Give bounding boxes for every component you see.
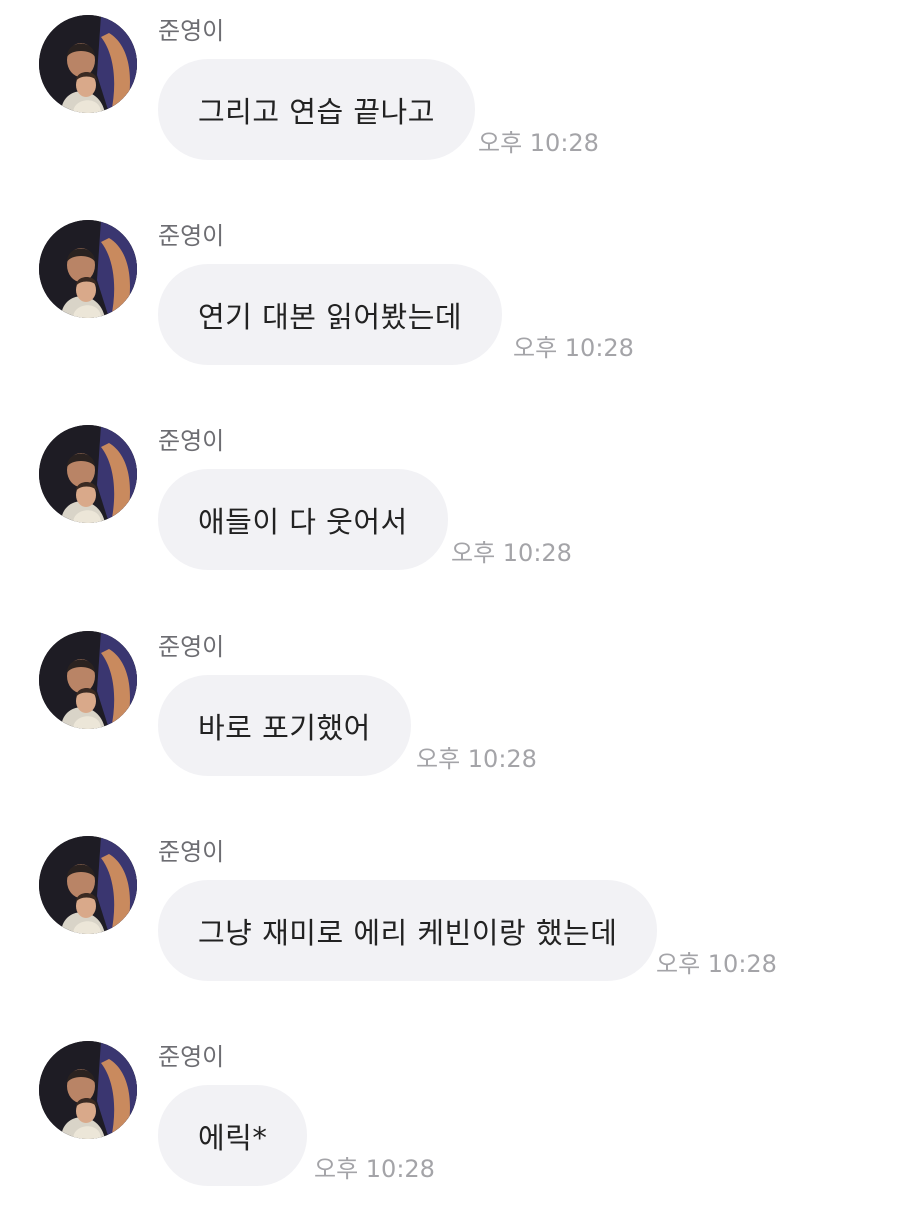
message-timestamp: 오후 10:28 (451, 539, 572, 567)
chat-message: 준영이 연기 대본 읽어봤는데 오후 10:28 (0, 205, 917, 405)
avatar[interactable] (39, 220, 137, 318)
sender-name: 준영이 (158, 1043, 225, 1071)
message-timestamp: 오후 10:28 (314, 1155, 435, 1183)
avatar[interactable] (39, 1041, 137, 1139)
message-bubble[interactable]: 바로 포기했어 (158, 675, 411, 776)
message-text: 연기 대본 읽어봤는데 (198, 299, 463, 334)
chat-message: 준영이 에릭* 오후 10:28 (0, 1026, 917, 1226)
profile-photo-icon (39, 15, 137, 113)
message-text: 애들이 다 웃어서 (198, 504, 408, 539)
message-bubble[interactable]: 애들이 다 웃어서 (158, 469, 448, 570)
sender-name: 준영이 (158, 222, 225, 250)
profile-photo-icon (39, 220, 137, 318)
sender-name: 준영이 (158, 838, 225, 866)
chat-message: 준영이 애들이 다 웃어서 오후 10:28 (0, 410, 917, 610)
message-text: 그리고 연습 끝나고 (198, 94, 435, 129)
message-timestamp: 오후 10:28 (656, 950, 777, 978)
message-bubble[interactable]: 그리고 연습 끝나고 (158, 59, 475, 160)
profile-photo-icon (39, 425, 137, 523)
avatar[interactable] (39, 631, 137, 729)
profile-photo-icon (39, 836, 137, 934)
message-text: 바로 포기했어 (198, 710, 371, 745)
message-timestamp: 오후 10:28 (513, 334, 634, 362)
message-bubble[interactable]: 에릭* (158, 1085, 308, 1186)
chat-message: 준영이 바로 포기했어 오후 10:28 (0, 616, 917, 816)
message-bubble[interactable]: 연기 대본 읽어봤는데 (158, 264, 503, 365)
sender-name: 준영이 (158, 427, 225, 455)
avatar[interactable] (39, 425, 137, 523)
message-text: 에릭* (198, 1120, 268, 1155)
message-text: 그냥 재미로 에리 케빈이랑 했는데 (198, 915, 618, 950)
avatar[interactable] (39, 836, 137, 934)
message-timestamp: 오후 10:28 (478, 129, 599, 157)
chat-message: 준영이 그냥 재미로 에리 케빈이랑 했는데 오후 10:28 (0, 821, 917, 1021)
sender-name: 준영이 (158, 17, 225, 45)
sender-name: 준영이 (158, 633, 225, 661)
profile-photo-icon (39, 631, 137, 729)
chat-message: 준영이 그리고 연습 끝나고 오후 10:28 (0, 0, 917, 200)
message-bubble[interactable]: 그냥 재미로 에리 케빈이랑 했는데 (158, 880, 658, 981)
avatar[interactable] (39, 15, 137, 113)
profile-photo-icon (39, 1041, 137, 1139)
message-timestamp: 오후 10:28 (416, 745, 537, 773)
